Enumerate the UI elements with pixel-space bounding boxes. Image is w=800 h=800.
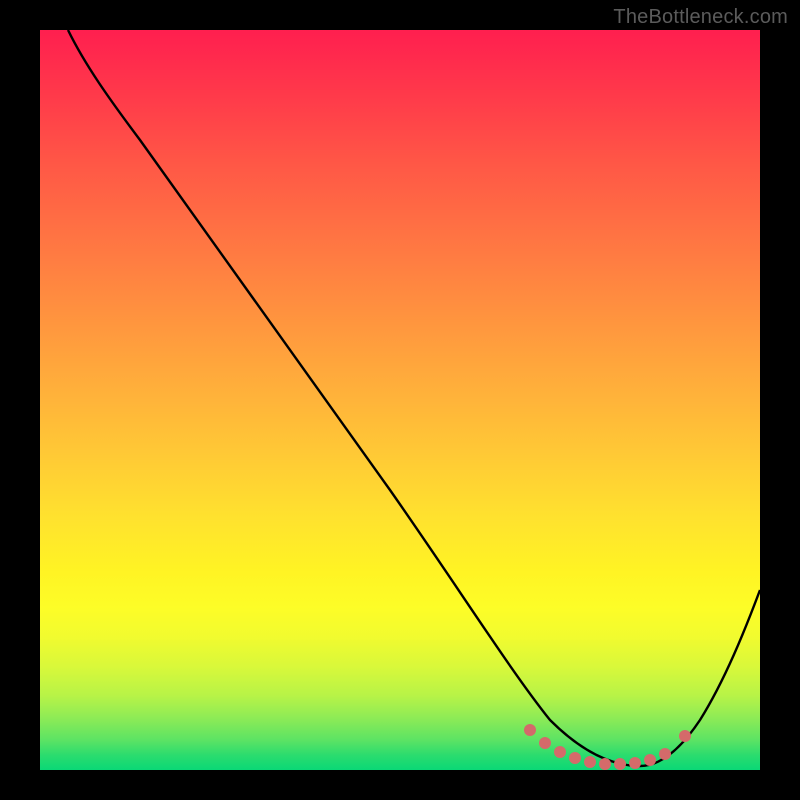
valley-dot: [679, 730, 691, 742]
valley-dot: [524, 724, 536, 736]
valley-dot: [584, 756, 596, 768]
valley-dot: [569, 752, 581, 764]
valley-dot: [644, 754, 656, 766]
valley-dot: [554, 746, 566, 758]
valley-marker-group: [524, 724, 691, 770]
chart-frame: TheBottleneck.com: [0, 0, 800, 800]
valley-dot: [629, 757, 641, 769]
valley-dot: [614, 758, 626, 770]
valley-dot: [599, 758, 611, 770]
valley-dot: [659, 748, 671, 760]
plot-area: [40, 30, 760, 770]
watermark-text: TheBottleneck.com: [613, 6, 788, 29]
valley-dot: [539, 737, 551, 749]
chart-overlay: [40, 30, 760, 770]
bottleneck-curve: [68, 30, 760, 766]
